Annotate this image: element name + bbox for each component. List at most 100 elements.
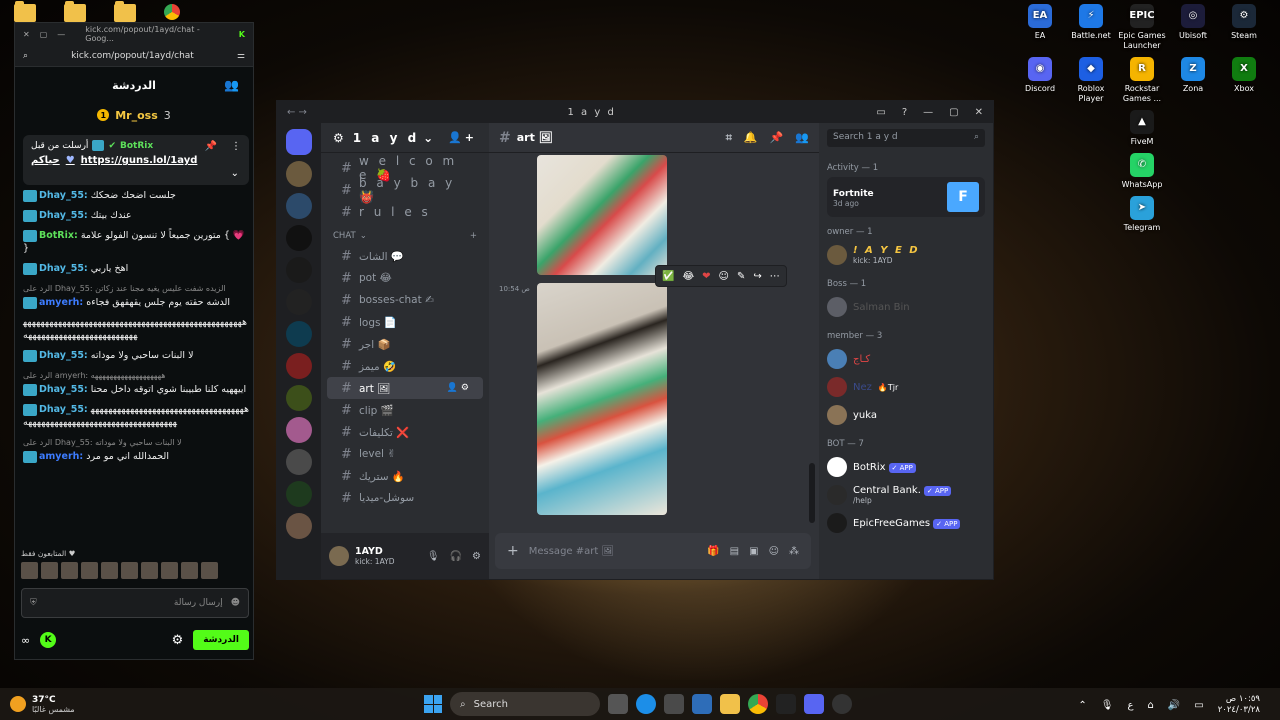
taskbar-search[interactable]: ⌕ Search — [450, 692, 600, 716]
channel-item[interactable]: # clip 🎬 — [327, 399, 483, 421]
emoji-icon[interactable]: ☺ — [769, 546, 779, 557]
network-icon[interactable]: ⌂ — [1147, 700, 1153, 711]
heart-reaction-icon[interactable]: ❤ — [702, 271, 710, 282]
chat-username[interactable]: Dhay_55: — [39, 210, 88, 221]
reply-preview[interactable]: الرد على Dhay_55: لا البنات ساحبي ولا مو… — [23, 436, 251, 449]
minimize-icon[interactable]: — — [57, 30, 65, 39]
add-reaction-icon[interactable]: ☺ — [719, 271, 729, 282]
channel-item[interactable]: # ميمز 🤣 — [327, 355, 483, 377]
desktop-icon[interactable]: ➤ Telegram — [1117, 196, 1167, 233]
send-chat-button[interactable]: الدردشة — [193, 630, 249, 650]
windows-start-icon[interactable] — [424, 695, 442, 713]
desktop-icon[interactable]: Z Zona — [1168, 57, 1218, 104]
channel-item[interactable]: # الشات 💬 — [327, 245, 483, 267]
reply-icon[interactable]: ↪ — [753, 271, 761, 282]
battery-icon[interactable]: ▭ — [1194, 700, 1203, 711]
microphone-icon[interactable]: 🎙 — [1101, 700, 1114, 711]
member-row[interactable]: yuka — [827, 401, 985, 429]
task-view-icon[interactable] — [608, 694, 628, 714]
users-icon[interactable]: 👥 — [224, 78, 239, 92]
address-bar[interactable]: ⌕ kick.com/popout/1ayd/chat ⚌ — [15, 45, 253, 67]
more-options-icon[interactable]: ⋮ — [231, 141, 241, 152]
server-icon[interactable] — [286, 257, 312, 283]
maximize-icon[interactable]: ▢ — [949, 107, 958, 118]
desktop-icon[interactable]: X Xbox — [1219, 57, 1269, 104]
shield-icon[interactable]: ⛨ — [30, 598, 37, 608]
chevron-up-icon[interactable]: ⌃ — [1078, 700, 1086, 711]
chat-username[interactable]: BotRix: — [39, 230, 78, 241]
avatar[interactable] — [181, 562, 198, 579]
desktop-icon[interactable]: ⚙ Steam — [1219, 4, 1269, 51]
close-icon[interactable]: ✕ — [975, 107, 983, 118]
desktop-icon[interactable]: ◎ Ubisoft — [1168, 4, 1218, 51]
member-row[interactable]: Nez 🔥Tjr — [827, 373, 985, 401]
settings-sliders-icon[interactable]: ⚌ — [237, 51, 245, 61]
headphones-icon[interactable]: 🎧 — [450, 551, 462, 562]
back-arrow-icon[interactable]: ← → — [287, 107, 307, 118]
channel-item[interactable]: # pot 😂 — [327, 267, 483, 289]
channel-item[interactable]: # logs 📄 — [327, 311, 483, 333]
add-channel-icon[interactable]: + — [470, 231, 477, 241]
language-indicator[interactable]: ع — [1128, 700, 1134, 711]
reply-preview[interactable]: الرد على amyerh: هههههههههههههههههههه — [23, 369, 251, 382]
channel-item[interactable]: # تكليفات ❌ — [327, 421, 483, 443]
plus-icon[interactable]: + — [507, 543, 519, 559]
member-row[interactable]: كـاج — [827, 345, 985, 373]
laugh-reaction-icon[interactable]: 😂 — [682, 271, 694, 282]
discord-icon[interactable] — [804, 694, 824, 714]
server-icon[interactable] — [286, 321, 312, 347]
gif-icon[interactable]: ▤ — [730, 546, 739, 557]
close-icon[interactable]: ✕ — [23, 30, 30, 39]
server-icon[interactable] — [286, 481, 312, 507]
avatar[interactable] — [121, 562, 138, 579]
minimize-icon[interactable]: — — [923, 107, 933, 118]
avatar[interactable] — [61, 562, 78, 579]
server-icon[interactable] — [286, 417, 312, 443]
category-header[interactable]: CHAT ⌄ + — [321, 223, 489, 245]
channel-item[interactable]: # bosses-chat ✍ — [327, 289, 483, 311]
chat-input[interactable]: ⛨ إرسال رسالة ☻ — [21, 588, 249, 618]
pin-icon[interactable]: 📌 — [770, 131, 784, 145]
desktop-icon[interactable]: ▲ FiveM — [1117, 110, 1167, 147]
pinned-link[interactable]: https://guns.lol/1ayd — [81, 155, 198, 166]
kick-points-icon[interactable]: K — [40, 632, 57, 648]
infinity-icon[interactable]: ∞ — [21, 634, 30, 647]
discord-home-icon[interactable] — [286, 129, 312, 155]
attached-image[interactable] — [537, 155, 667, 275]
search-bar[interactable]: Search 1 a y d ⌕ — [827, 123, 985, 153]
server-icon[interactable] — [286, 353, 312, 379]
avatar[interactable] — [81, 562, 98, 579]
fivem-icon[interactable] — [776, 694, 796, 714]
desktop-icon[interactable]: ◉ Discord — [1015, 57, 1065, 104]
channel-item[interactable]: # level ✌ — [327, 443, 483, 465]
chat-username[interactable]: Dhay_55: — [39, 404, 88, 415]
desktop-icon[interactable]: R Rockstar Games ... — [1117, 57, 1167, 104]
avatar[interactable] — [101, 562, 118, 579]
desktop-icon[interactable]: ✆ WhatsApp — [1117, 153, 1167, 190]
weather-widget[interactable]: 37°C مشمس غالبًا — [0, 695, 200, 714]
chat-username[interactable]: amyerh: — [39, 297, 83, 308]
threads-icon[interactable]: ⌗ — [726, 131, 732, 145]
member-row[interactable]: ! A Y E D kick: 1AYD — [827, 241, 985, 269]
desktop-icon[interactable]: ◆ Roblox Player — [1066, 57, 1116, 104]
server-icon[interactable] — [286, 193, 312, 219]
pin-icon[interactable]: 📌 — [205, 141, 217, 152]
server-icon[interactable] — [286, 289, 312, 315]
members-icon[interactable]: 👥 — [795, 131, 809, 145]
avatar[interactable] — [329, 546, 349, 566]
desktop-icon[interactable]: EA EA — [1015, 4, 1065, 51]
message-composer[interactable]: + Message #art 🖼 🎁 ▤ ▣ ☺ ⁂ — [495, 533, 811, 569]
maximize-icon[interactable]: ▢ — [40, 30, 48, 39]
server-icon[interactable] — [286, 449, 312, 475]
bot-row[interactable]: BotRix ✓ APP — [827, 453, 985, 481]
bot-row[interactable]: Central Bank. ✓ APP/help — [827, 481, 985, 509]
chat-username[interactable]: amyerh: — [39, 451, 83, 462]
desktop-icon[interactable]: EPIC Epic Games Launcher — [1117, 4, 1167, 51]
chat-username[interactable]: Dhay_55: — [39, 384, 88, 395]
microphone-icon[interactable]: 🎙 — [427, 551, 440, 562]
emoji-icon[interactable]: ☻ — [231, 598, 240, 608]
file-explorer-icon[interactable] — [720, 694, 740, 714]
chevron-down-icon[interactable]: ⌄ — [231, 168, 239, 179]
server-icon[interactable] — [286, 161, 312, 187]
member-row[interactable]: Salman Bin — [827, 293, 985, 321]
